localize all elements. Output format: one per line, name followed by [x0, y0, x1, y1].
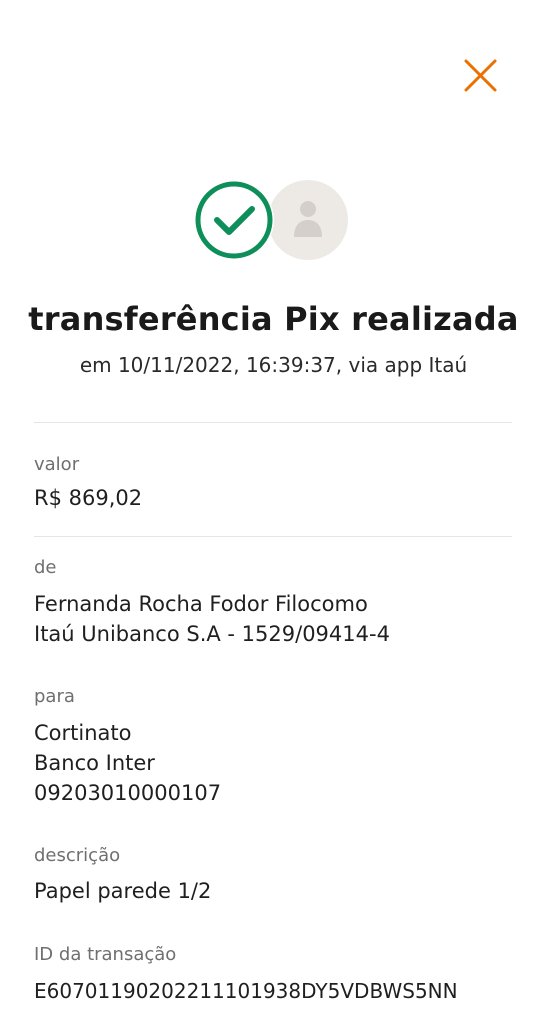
- page-title: transferência Pix realizada: [28, 300, 519, 338]
- sender-bank: Itaú Unibanco S.A - 1529/09414-4: [34, 622, 390, 646]
- recipient-bank: Banco Inter: [34, 751, 155, 775]
- divider: [34, 536, 512, 537]
- close-icon: [464, 59, 497, 92]
- recipient-document: 09203010000107: [34, 781, 222, 805]
- transaction-id-label: ID da transação: [34, 944, 177, 965]
- recipient-name: Cortinato: [34, 721, 132, 745]
- de-label: de: [34, 557, 57, 578]
- para-label: para: [34, 686, 75, 707]
- valor-value: R$ 869,02: [34, 486, 143, 510]
- avatar-icon: [268, 180, 348, 260]
- divider: [34, 422, 512, 423]
- transaction-id-value: E60701190202211101938DY5VDBWS5NN: [34, 979, 458, 1003]
- descricao-label: descrição: [34, 845, 121, 866]
- sender-name: Fernanda Rocha Fodor Filocomo: [34, 592, 368, 616]
- transaction-datetime: em 10/11/2022, 16:39:37, via app Itaú: [79, 353, 468, 377]
- valor-label: valor: [34, 454, 80, 475]
- check-circle-icon: [194, 180, 274, 260]
- status-icons: [194, 179, 350, 263]
- close-button[interactable]: [460, 56, 500, 96]
- descricao-value: Papel parede 1/2: [34, 879, 212, 903]
